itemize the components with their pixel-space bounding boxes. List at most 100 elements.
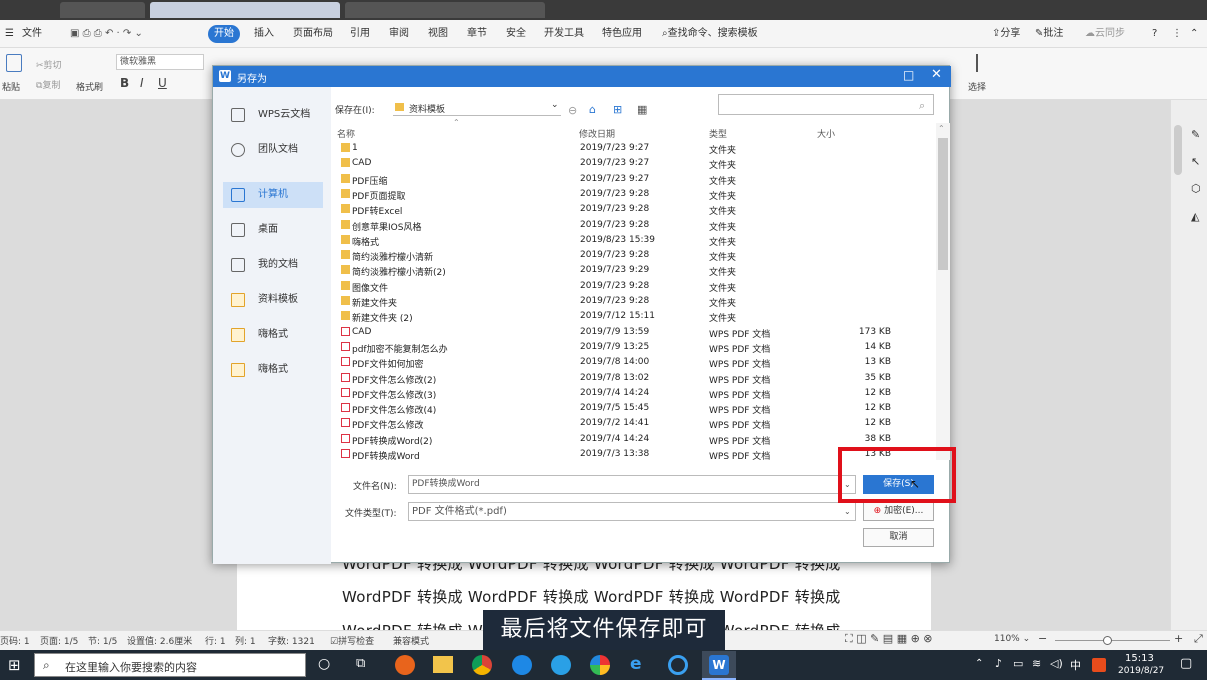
scrollbar-thumb[interactable] [938, 138, 948, 270]
paste-label[interactable]: 粘贴 [2, 80, 20, 93]
file-row[interactable]: 新建文件夹 2019/7/23 9:28 文件夹 [333, 294, 933, 309]
browser-tab-active[interactable] [150, 2, 340, 18]
file-row[interactable]: PDF文件怎么修改 2019/7/2 14:41 WPS PDF 文档 12 KB [333, 416, 933, 431]
encrypt-button[interactable]: ⊕ 加密(E)... [863, 502, 934, 521]
cursor-icon[interactable]: ↖ [1191, 155, 1200, 168]
wps-taskbar-item[interactable]: W [702, 651, 736, 680]
file-row[interactable]: PDF文件怎么修改(2) 2019/7/8 13:02 WPS PDF 文档 35 K… [333, 371, 933, 386]
save-in-select[interactable]: 资料模板 ⌄ [393, 99, 561, 116]
col-header-name[interactable]: 名称 [337, 127, 355, 140]
file-row[interactable]: 创意苹果IOS风格 2019/7/23 9:28 文件夹 [333, 218, 933, 233]
search-command[interactable]: ⌕查找命令、搜索模板 [662, 20, 758, 48]
collapse-icon[interactable]: ⌃ [1190, 20, 1198, 48]
tab-developer[interactable]: 开发工具 [544, 20, 584, 48]
view-grid-icon[interactable]: ▦ [637, 103, 647, 116]
file-row[interactable]: CAD 2019/7/23 9:27 文件夹 [333, 156, 933, 171]
file-row[interactable]: PDF文件如何加密 2019/7/8 14:00 WPS PDF 文档 13 KB [333, 355, 933, 370]
file-row[interactable]: 1 2019/7/23 9:27 文件夹 [333, 141, 933, 156]
file-search-input[interactable]: ⌕ [718, 94, 934, 115]
menu-file[interactable]: 文件 [22, 20, 42, 48]
copy-button[interactable]: ⧉复制 [36, 78, 60, 91]
cloud-sync-button[interactable]: ☁云同步 [1085, 20, 1125, 48]
spell-check-button[interactable]: ☑拼写检查 [330, 634, 374, 647]
notification-icon[interactable]: ▢ [1180, 656, 1192, 671]
app-icon[interactable] [590, 655, 610, 675]
select-label[interactable]: 选择 [968, 80, 986, 93]
format-painter-button[interactable]: 格式刷 [76, 80, 103, 93]
file-row[interactable]: 简约淡雅柠檬小清新(2) 2019/7/23 9:29 文件夹 [333, 263, 933, 278]
scroll-up-icon[interactable]: ⌃ [938, 124, 945, 133]
filetype-select[interactable]: PDF 文件格式(*.pdf) ⌄ [408, 502, 856, 521]
display-icon[interactable]: ▭ [1013, 657, 1023, 670]
tab-chapter[interactable]: 章节 [467, 20, 487, 48]
fullscreen-icon[interactable]: ⤢ [1194, 632, 1203, 646]
file-row[interactable]: pdf加密不能复制怎么办 2019/7/9 13:25 WPS PDF 文档 14 K… [333, 340, 933, 355]
file-row[interactable]: PDF压缩 2019/7/23 9:27 文件夹 [333, 172, 933, 187]
more-icon[interactable]: ⋮ [1172, 20, 1182, 48]
help-icon[interactable]: ? [1152, 20, 1157, 48]
tab-review[interactable]: 审阅 [389, 20, 409, 48]
back-icon[interactable]: ⊖ [568, 104, 577, 117]
tray-up-icon[interactable]: ⌃ [975, 658, 983, 669]
tab-references[interactable]: 引用 [350, 20, 370, 48]
underline-button[interactable]: U [158, 76, 167, 90]
file-row[interactable]: 简约淡雅柠檬小清新 2019/7/23 9:28 文件夹 [333, 248, 933, 263]
vertical-scrollbar[interactable] [1174, 125, 1182, 175]
col-header-type[interactable]: 类型 [709, 127, 727, 140]
select-icon[interactable] [976, 54, 990, 72]
bold-button[interactable]: B [120, 76, 129, 90]
file-row[interactable]: PDF转Excel 2019/7/23 9:28 文件夹 [333, 202, 933, 217]
tab-special[interactable]: 特色应用 [602, 20, 642, 48]
file-row[interactable]: PDF文件怎么修改(4) 2019/7/5 15:45 WPS PDF 文档 12 K… [333, 401, 933, 416]
style-icon[interactable]: ◭ [1191, 210, 1199, 223]
shapes-icon[interactable]: ⬡ [1191, 182, 1201, 195]
app-icon[interactable] [551, 655, 571, 675]
zoom-out-icon[interactable]: − [1038, 632, 1047, 645]
tab-home[interactable]: 开始 [208, 25, 240, 43]
file-row[interactable]: PDF转换成Word(2) 2019/7/4 14:24 WPS PDF 文档 38 … [333, 432, 933, 447]
file-row[interactable]: 新建文件夹 (2) 2019/7/12 15:11 文件夹 [333, 309, 933, 324]
sidebar-item-wps-cloud[interactable]: WPS云文档 [223, 102, 323, 128]
close-icon[interactable]: ✕ [931, 67, 942, 82]
file-row[interactable]: PDF文件怎么修改(3) 2019/7/4 14:24 WPS PDF 文档 12 K… [333, 386, 933, 401]
folder-up-icon[interactable]: ⌂ [589, 103, 596, 116]
maximize-icon[interactable]: □ [903, 68, 914, 82]
chrome-icon[interactable] [472, 655, 492, 675]
ime-indicator[interactable]: 中 [1070, 657, 1081, 673]
clock-time[interactable]: 15:13 [1125, 653, 1154, 664]
file-row[interactable]: 嗨格式 2019/8/23 15:39 文件夹 [333, 233, 933, 248]
col-header-size[interactable]: 大小 [817, 127, 835, 140]
zoom-level[interactable]: 110% ⌄ [994, 634, 1030, 644]
tab-insert[interactable]: 插入 [254, 20, 274, 48]
file-row[interactable]: 图像文件 2019/7/23 9:28 文件夹 [333, 279, 933, 294]
filename-input[interactable]: PDF转换成Word ⌄ [408, 475, 856, 494]
browser-tab[interactable] [345, 2, 545, 18]
tab-security[interactable]: 安全 [506, 20, 526, 48]
cut-button[interactable]: ✂剪切 [36, 58, 62, 71]
cancel-button[interactable]: 取消 [863, 528, 934, 547]
cortana-icon[interactable]: ○ [318, 656, 330, 672]
italic-button[interactable]: I [140, 76, 144, 90]
edge-icon[interactable]: e [630, 654, 642, 674]
share-button[interactable]: ⇪分享 [992, 20, 1020, 48]
volume-icon[interactable]: ◁) [1050, 657, 1063, 670]
annotate-button[interactable]: ✎批注 [1035, 20, 1063, 48]
taskbar-search-box[interactable]: ⌕ 在这里输入你要搜索的内容 [34, 653, 306, 677]
edit-icon[interactable]: ✎ [1191, 128, 1200, 141]
ie-icon[interactable] [668, 655, 688, 675]
tray-app-icon[interactable] [1092, 658, 1106, 672]
browser-tab[interactable] [60, 2, 145, 18]
font-select[interactable]: 微软雅黑 [116, 54, 204, 70]
zoom-slider[interactable] [1055, 640, 1170, 641]
view-mode-icons[interactable]: ⛶ ◫ ✎ ▤ ▦ ⊕ ⊗ [845, 632, 933, 646]
zoom-slider-thumb[interactable] [1103, 636, 1112, 645]
file-row[interactable]: PDF页面提取 2019/7/23 9:28 文件夹 [333, 187, 933, 202]
zoom-in-icon[interactable]: + [1174, 632, 1183, 645]
paste-icon[interactable] [6, 54, 22, 72]
task-view-icon[interactable]: ⧉ [356, 656, 365, 671]
new-folder-icon[interactable]: ⊞ [613, 103, 622, 116]
file-explorer-icon[interactable] [433, 656, 453, 673]
firefox-icon[interactable] [395, 655, 415, 675]
tab-view[interactable]: 视图 [428, 20, 448, 48]
quick-access-icons[interactable]: ▣ ⎙ ⎙ ↶ · ↷ ⌄ [70, 20, 143, 48]
